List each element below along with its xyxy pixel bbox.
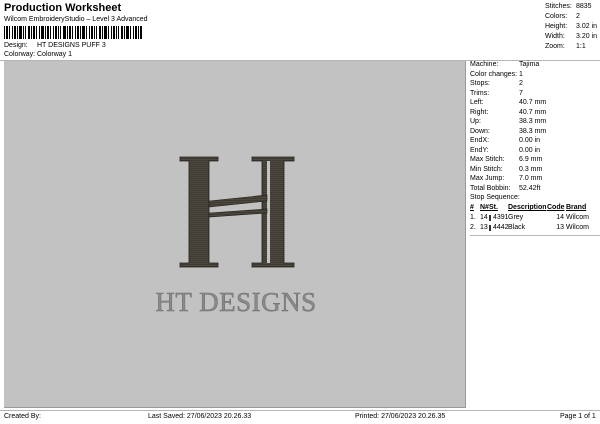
printed-date: Printed: 27/06/2023 20.26.35 [355, 413, 446, 420]
header-description: Description [508, 204, 547, 211]
trims-label: Trims: [470, 89, 490, 97]
up-value: 38.3 mm [519, 118, 547, 125]
row-st: 4442 [493, 224, 509, 231]
table-row: 1. 14 4391 Grey 14 Wilcom [470, 213, 600, 223]
row-code: 14 [556, 214, 564, 221]
colorway-value: Colorway 1 [37, 51, 73, 58]
design-row: Design: HT DESIGNS PUFF 3 [4, 42, 106, 49]
machine-label: Machine: [470, 61, 499, 68]
down-label: Down: [470, 127, 490, 135]
width-label: Width: [545, 33, 565, 40]
max-jump-label: Max Jump: [470, 175, 505, 182]
endy-label: EndY: [470, 146, 489, 154]
details-panel: Machine: Tajima Color changes: 1 Stops: 2 T… [470, 60, 600, 236]
created-by: Created By: [4, 413, 41, 420]
max-stitch-value: 6.9 mm [519, 156, 543, 163]
row-st: 4391 [493, 214, 509, 221]
last-saved: Last Saved: 27/06/2023 20.26.33 [148, 413, 252, 420]
left-label: Left: [470, 99, 484, 106]
colors-value: 2 [576, 13, 580, 20]
row-n: 13 [480, 224, 488, 231]
stops-value: 2 [519, 80, 523, 87]
endx-label: EndX: [470, 137, 490, 144]
h-monogram [179, 156, 295, 268]
barcode [4, 26, 142, 39]
design-label: Design: [4, 42, 28, 49]
summary-panel: Stitches: 8835 Colors: 2 Height: 3.02 in Wi… [545, 2, 600, 52]
color-changes-value: 1 [519, 70, 523, 78]
total-bobbin-value: 52.42ft [519, 184, 541, 192]
software-subtitle: Wilcom EmbroideryStudio – Level 3 Advanc… [4, 16, 148, 23]
down-value: 38.3 mm [519, 127, 547, 135]
endy-value: 0.00 in [519, 146, 541, 154]
endx-value: 0.00 in [519, 137, 541, 144]
min-stitch-value: 0.3 mm [519, 165, 543, 173]
width-value: 3.20 in [576, 33, 598, 40]
max-jump-value: 7.0 mm [519, 175, 543, 182]
row-code: 13 [556, 224, 564, 231]
details-divider [470, 235, 600, 236]
header-n: N# [480, 204, 489, 211]
header-code: Code [547, 204, 565, 211]
max-stitch-label: Max Stitch: [470, 156, 505, 163]
header-brand: Brand [566, 204, 587, 211]
stops-label: Stops: [470, 80, 490, 87]
embroidery-design: HT DESIGNS [155, 156, 316, 317]
total-bobbin-label: Total Bobbin: [470, 184, 511, 192]
row-description: Grey [508, 214, 524, 221]
left-value: 40.7 mm [519, 99, 547, 106]
table-row: 2. 13 4442 Black 13 Wilcom [470, 223, 600, 233]
header-st: St. [489, 204, 498, 211]
color-changes-label: Color changes: [470, 70, 518, 78]
stitches-label: Stitches: [545, 3, 572, 10]
row-brand: Wilcom [566, 214, 589, 221]
worksheet-title: Production Worksheet [4, 2, 122, 14]
zoom-value: 1:1 [576, 43, 586, 50]
colorway-label: Colorway: [4, 51, 36, 58]
height-label: Height: [545, 23, 568, 30]
design-text: HT DESIGNS [155, 287, 316, 317]
up-label: Up: [470, 118, 481, 125]
zoom-label: Zoom: [545, 43, 565, 50]
min-stitch-label: Min Stitch: [470, 165, 503, 173]
colorway-row: Colorway: Colorway 1 [4, 51, 72, 58]
color-swatch [489, 215, 491, 221]
row-n: 14 [480, 214, 488, 221]
row-hash: 2. [470, 224, 476, 231]
page-number: Page 1 of 1 [560, 413, 596, 420]
color-swatch [489, 225, 491, 231]
design-value: HT DESIGNS PUFF 3 [37, 42, 106, 49]
right-value: 40.7 mm [519, 108, 547, 116]
trims-value: 7 [519, 89, 523, 97]
design-preview: HT DESIGNS [4, 61, 466, 408]
row-brand: Wilcom [566, 224, 589, 231]
height-value: 3.02 in [576, 23, 598, 30]
stop-sequence-header: # N# St. Description Code Brand [470, 203, 600, 213]
machine-value: Tajima [519, 61, 540, 68]
row-description: Black [508, 224, 526, 231]
stop-sequence-title: Stop Sequence: [470, 194, 520, 201]
row-hash: 1. [470, 214, 476, 221]
stitches-value: 8835 [576, 3, 592, 10]
footer-divider [0, 410, 600, 411]
header-hash: # [470, 204, 474, 211]
colors-label: Colors: [545, 13, 568, 20]
right-label: Right: [470, 108, 489, 116]
